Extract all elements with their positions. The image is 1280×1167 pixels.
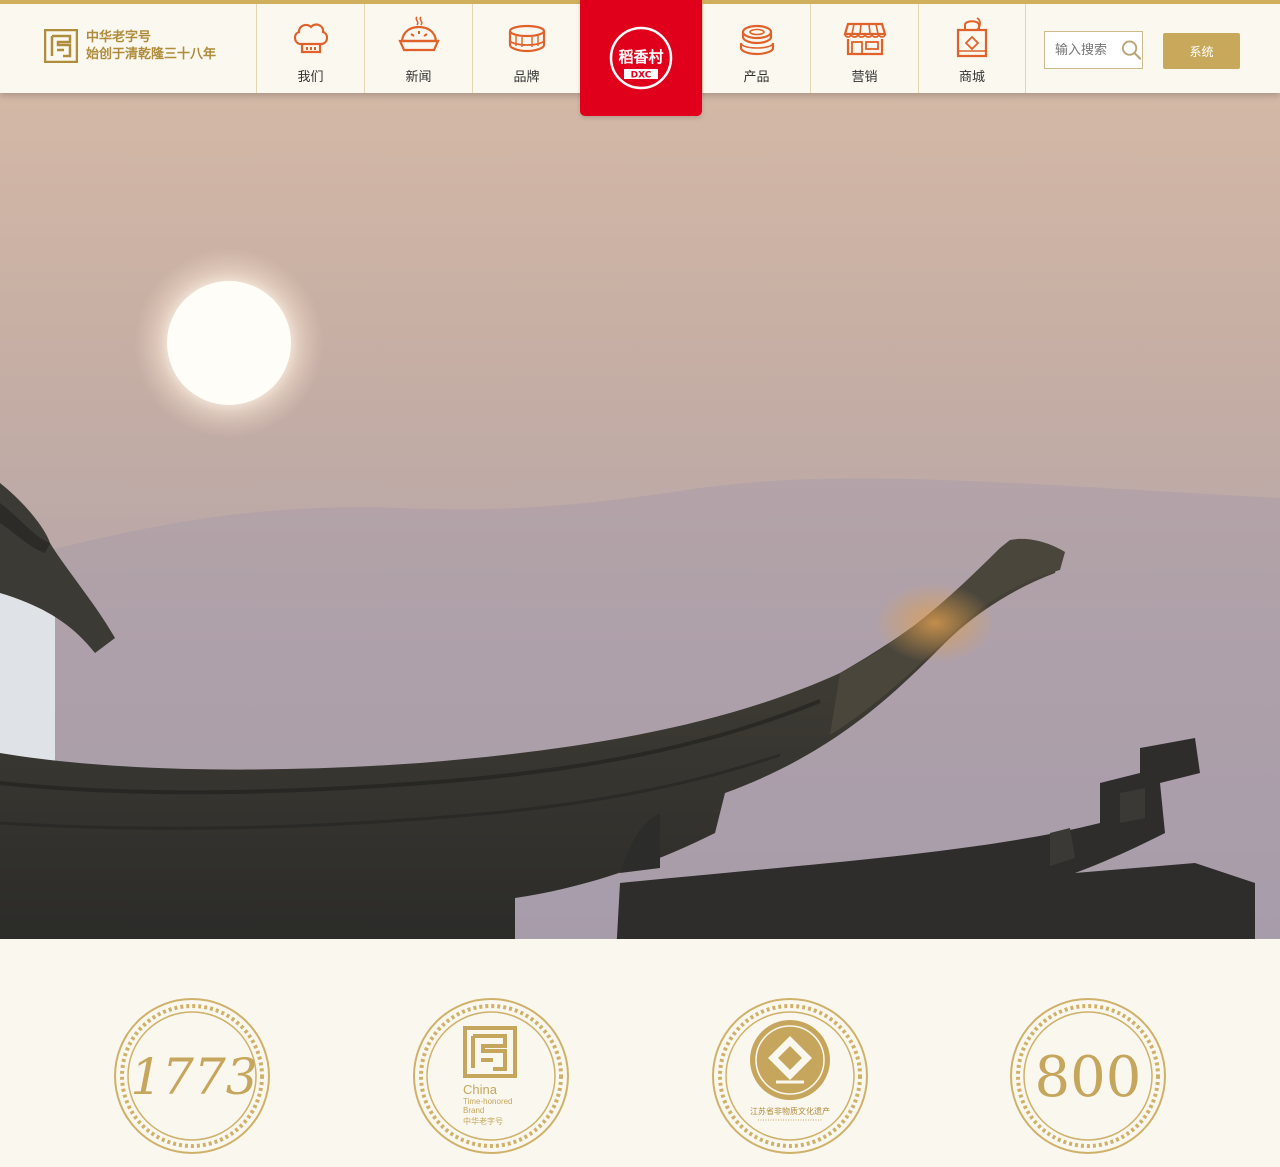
chef-hat-icon bbox=[293, 23, 328, 54]
badge-heritage-text: 江苏省非物质文化遗产 bbox=[750, 1106, 830, 1116]
nav-item-products[interactable]: 产品 bbox=[702, 4, 810, 93]
store-icon bbox=[843, 22, 886, 56]
badge-800-icon: 800 bbox=[1010, 998, 1166, 1154]
nav-item-about[interactable]: 我们 bbox=[256, 4, 364, 93]
shopping-bag-icon bbox=[956, 17, 988, 58]
brand-text: 中华老字号 始创于清乾隆三十八年 bbox=[86, 29, 216, 63]
site-header: 中华老字号 始创于清乾隆三十八年 我们 新闻 品牌 稻香村 DXC 产品 营销 … bbox=[0, 0, 1280, 116]
nav-label-mall: 商城 bbox=[958, 70, 985, 85]
brand[interactable]: 中华老字号 始创于清乾隆三十八年 bbox=[44, 28, 216, 64]
nav-item-mall[interactable]: 商城 bbox=[918, 4, 1026, 93]
brand-line2: 始创于清乾隆三十八年 bbox=[86, 47, 217, 62]
nav-label-about: 我们 bbox=[297, 70, 324, 85]
pie-icon bbox=[397, 16, 440, 52]
daoxiangcun-logo-icon: 稻香村 DXC bbox=[609, 26, 673, 90]
nav-label-news: 新闻 bbox=[405, 70, 432, 85]
search-icon[interactable] bbox=[1121, 39, 1142, 61]
system-button[interactable]: 系统 bbox=[1163, 33, 1240, 69]
badge-1773-text: 1773 bbox=[130, 1048, 257, 1106]
badge-heritage-icon: 江苏省非物质文化遗产 bbox=[712, 998, 868, 1154]
badge-1773-icon: 1773 bbox=[114, 998, 270, 1154]
nav-item-brand[interactable]: 品牌 bbox=[472, 4, 580, 93]
badge-800-text: 800 bbox=[1035, 1045, 1142, 1110]
logo-text-bottom: DXC bbox=[631, 71, 652, 81]
badge-time-honored-text: Time-honored bbox=[463, 1097, 513, 1106]
badge-laozihao-text: 中华老字号 bbox=[463, 1116, 503, 1126]
main-nav: 我们 新闻 品牌 稻香村 DXC 产品 营销 商城 bbox=[256, 0, 1026, 116]
pastry-icon bbox=[739, 24, 774, 56]
honor-badges: 1773 China Time-honored Brand 中华老字号 江苏省非… bbox=[0, 939, 1280, 1167]
hero-banner bbox=[0, 93, 1280, 939]
nav-label-brand: 品牌 bbox=[513, 70, 540, 85]
search-input[interactable] bbox=[1055, 42, 1117, 58]
logo-text-top: 稻香村 bbox=[618, 48, 663, 66]
nav-label-products: 产品 bbox=[743, 70, 770, 85]
badge-time-honored-icon: China Time-honored Brand 中华老字号 bbox=[413, 998, 569, 1154]
nav-item-news[interactable]: 新闻 bbox=[364, 4, 472, 93]
badge-china-text: China bbox=[463, 1082, 498, 1097]
time-honored-mark-icon bbox=[44, 29, 78, 63]
badge-brand-text: Brand bbox=[463, 1106, 484, 1115]
nav-label-marketing: 营销 bbox=[851, 70, 878, 85]
hero-image bbox=[0, 93, 1280, 939]
search-box bbox=[1044, 31, 1143, 69]
brand-line1: 中华老字号 bbox=[86, 30, 152, 45]
dxc-logo[interactable]: 稻香村 DXC bbox=[580, 0, 702, 116]
cake-icon bbox=[508, 24, 545, 53]
nav-item-marketing[interactable]: 营销 bbox=[810, 4, 918, 93]
